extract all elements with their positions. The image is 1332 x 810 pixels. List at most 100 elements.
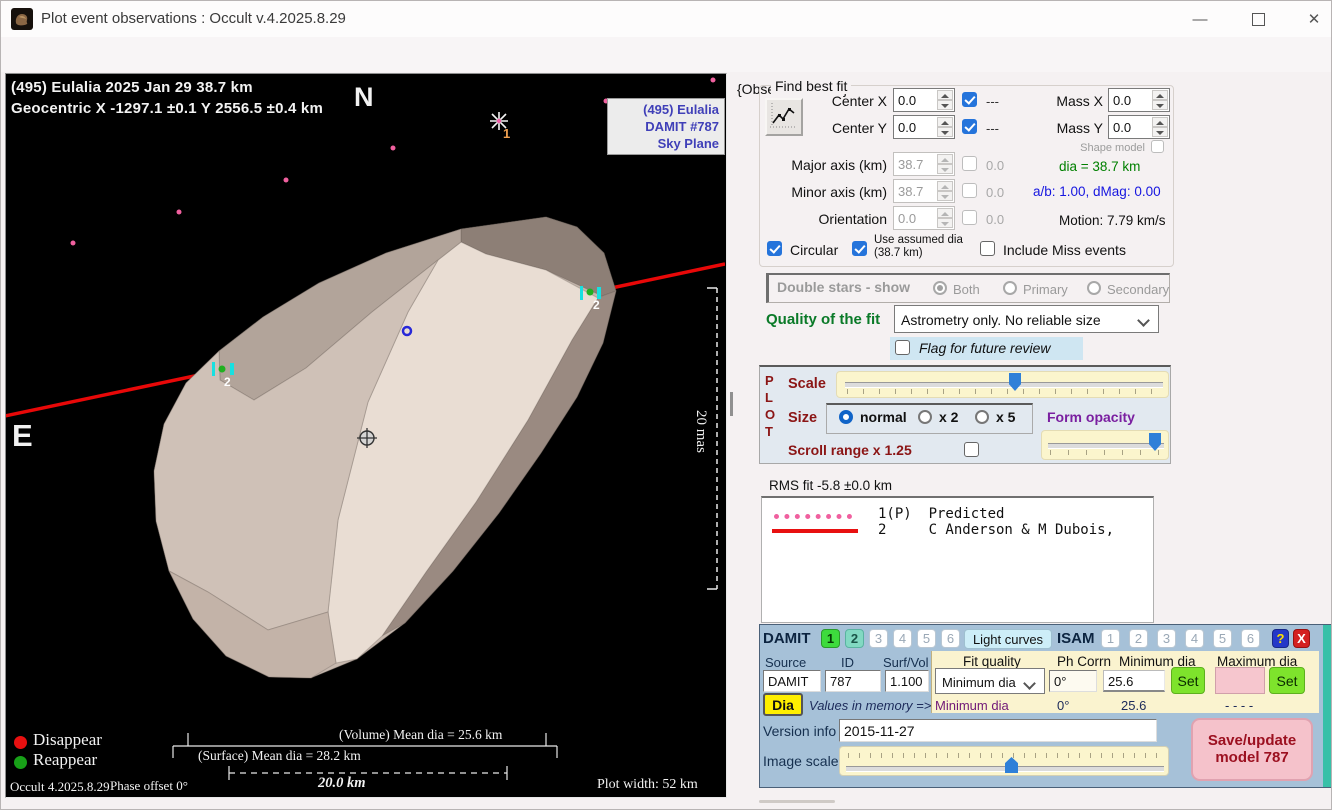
damit-model-3-button[interactable]: 3 [869, 629, 888, 648]
info-plane: Sky Plane [613, 135, 719, 152]
isam-model-3-button[interactable]: 3 [1157, 629, 1176, 648]
major-axis-checkbox[interactable] [962, 156, 977, 171]
observation-row[interactable]: 1(P) Predicted [878, 506, 1004, 522]
surfvol-field[interactable]: 1.100 [885, 670, 929, 692]
center-x-stepper[interactable] [937, 90, 953, 110]
damit-title: DAMIT [763, 630, 811, 647]
use-assumed-checkbox[interactable] [852, 241, 867, 256]
chord-line-swatch [772, 529, 858, 533]
size-x2-radio[interactable] [918, 410, 932, 424]
major-axis-label: Major axis (km) [761, 157, 887, 173]
save-update-button[interactable]: Save/update model 787 [1191, 718, 1313, 781]
minimum-dia-field[interactable]: 25.6 [1103, 670, 1165, 692]
close-icon: ✕ [1308, 10, 1321, 28]
scale-km-label: 20.0 km [318, 775, 366, 792]
include-miss-checkbox[interactable] [980, 241, 995, 256]
primary-label: Primary [1023, 282, 1068, 297]
star-label: 1 [503, 126, 510, 141]
center-x-checkbox[interactable] [962, 92, 977, 107]
maximize-button[interactable] [1233, 1, 1283, 37]
vertical-scale-label: 20 mas [692, 410, 709, 453]
double-stars-label: Double stars - show [777, 279, 910, 295]
info-target: (495) Eulalia [613, 101, 719, 118]
both-label: Both [953, 282, 980, 297]
light-curves-button[interactable]: Light curves [964, 629, 1052, 649]
damit-help-button[interactable]: ? [1272, 629, 1289, 648]
scale-slider[interactable] [836, 371, 1169, 398]
observation-row[interactable]: 2 C Anderson & M Dubois, [878, 522, 1114, 538]
secondary-label: Secondary [1107, 282, 1169, 297]
plot-canvas[interactable]: (495) Eulalia 2025 Jan 29 38.7 km Geocen… [6, 74, 725, 796]
source-field[interactable]: DAMIT [763, 670, 821, 692]
shape-model-checkbox[interactable] [1151, 140, 1164, 153]
reappear-dot-icon [14, 756, 27, 769]
damit-model-6-button[interactable]: 6 [941, 629, 960, 648]
app-icon [11, 8, 33, 30]
size-normal-radio[interactable] [839, 410, 853, 424]
save-update-line1: Save/update [1193, 732, 1311, 749]
damit-model-1-button[interactable]: 1 [821, 629, 840, 648]
rms-fit-label: RMS fit -5.8 ±0.0 km [769, 478, 892, 493]
flag-checkbox[interactable] [895, 340, 910, 355]
minor-axis-checkbox[interactable] [962, 183, 977, 198]
damit-close-button[interactable]: X [1293, 629, 1310, 648]
primary-radio[interactable] [1003, 281, 1017, 295]
mass-y-label: Mass Y [1031, 120, 1103, 136]
damit-model-5-button[interactable]: 5 [917, 629, 936, 648]
mass-y-spinner[interactable]: 0.0 [1108, 115, 1170, 139]
version-info-field[interactable]: 2015-11-27 [839, 719, 1157, 742]
secondary-radio[interactable] [1087, 281, 1101, 295]
surface-dia-label: (Surface) Mean dia = 28.2 km [198, 748, 361, 764]
isam-model-4-button[interactable]: 4 [1185, 629, 1204, 648]
set-maximum-button[interactable]: Set [1269, 667, 1305, 694]
mass-y-stepper[interactable] [1152, 117, 1168, 137]
include-miss-label: Include Miss events [1003, 242, 1126, 258]
center-y-stepper[interactable] [937, 117, 953, 137]
isam-model-2-button[interactable]: 2 [1129, 629, 1148, 648]
quality-select[interactable]: Astrometry only. No reliable size [894, 305, 1159, 333]
center-y-spinner[interactable]: 0.0 [893, 115, 955, 139]
both-radio[interactable] [933, 281, 947, 295]
window-title: Plot event observations : Occult v.4.202… [41, 10, 346, 27]
id-header: ID [841, 655, 854, 670]
id-field[interactable]: 787 [825, 670, 881, 692]
damit-model-4-button[interactable]: 4 [893, 629, 912, 648]
dia-button[interactable]: Dia [763, 693, 803, 716]
mass-x-spinner[interactable]: 0.0 [1108, 88, 1170, 112]
isam-model-5-button[interactable]: 5 [1213, 629, 1232, 648]
plot-title-line1: (495) Eulalia 2025 Jan 29 38.7 km [11, 79, 253, 96]
minor-axis-value: 38.7 [898, 184, 923, 199]
isam-model-1-button[interactable]: 1 [1101, 629, 1120, 648]
center-y-checkbox[interactable] [962, 119, 977, 134]
mass-x-stepper[interactable] [1152, 90, 1168, 110]
legend-disappear: Disappear [33, 730, 102, 750]
orientation-spinner: 0.0 [893, 206, 955, 230]
orientation-value: 0.0 [898, 211, 916, 226]
image-scale-slider[interactable] [839, 746, 1169, 776]
quality-value: Astrometry only. No reliable size [901, 312, 1101, 328]
scroll-range-checkbox[interactable] [964, 442, 979, 457]
minimize-button[interactable]: — [1175, 1, 1225, 37]
target-info-box: (495) Eulalia DAMIT #787 Sky Plane [607, 98, 725, 155]
circular-checkbox[interactable] [767, 241, 782, 256]
size-x5-radio[interactable] [975, 410, 989, 424]
major-axis-spinner: 38.7 [893, 152, 955, 176]
resize-grip[interactable] [759, 800, 835, 803]
observations-listbox[interactable]: 1(P) Predicted 2 C Anderson & M Dubois, [761, 496, 1154, 623]
sky-plane-plot[interactable]: (495) Eulalia 2025 Jan 29 38.7 km Geocen… [5, 73, 727, 798]
isam-model-6-button[interactable]: 6 [1241, 629, 1260, 648]
source-header: Source [765, 655, 806, 670]
set-minimum-button[interactable]: Set [1171, 667, 1205, 694]
close-button[interactable]: ✕ [1293, 1, 1332, 37]
motion-readout: Motion: 7.79 km/s [1059, 213, 1166, 228]
damit-model-2-button[interactable]: 2 [845, 629, 864, 648]
splitter-handle[interactable] [730, 392, 733, 416]
fit-quality-select[interactable]: Minimum dia [935, 668, 1045, 694]
size-label: Size [788, 410, 817, 426]
maximum-dia-field[interactable] [1215, 667, 1265, 694]
center-x-spinner[interactable]: 0.0 [893, 88, 955, 112]
horizontal-scale-bar [229, 766, 507, 780]
orientation-checkbox[interactable] [962, 210, 977, 225]
chord-label-left: 2 [224, 375, 231, 389]
ph-corrn-field[interactable]: 0° [1049, 670, 1097, 692]
